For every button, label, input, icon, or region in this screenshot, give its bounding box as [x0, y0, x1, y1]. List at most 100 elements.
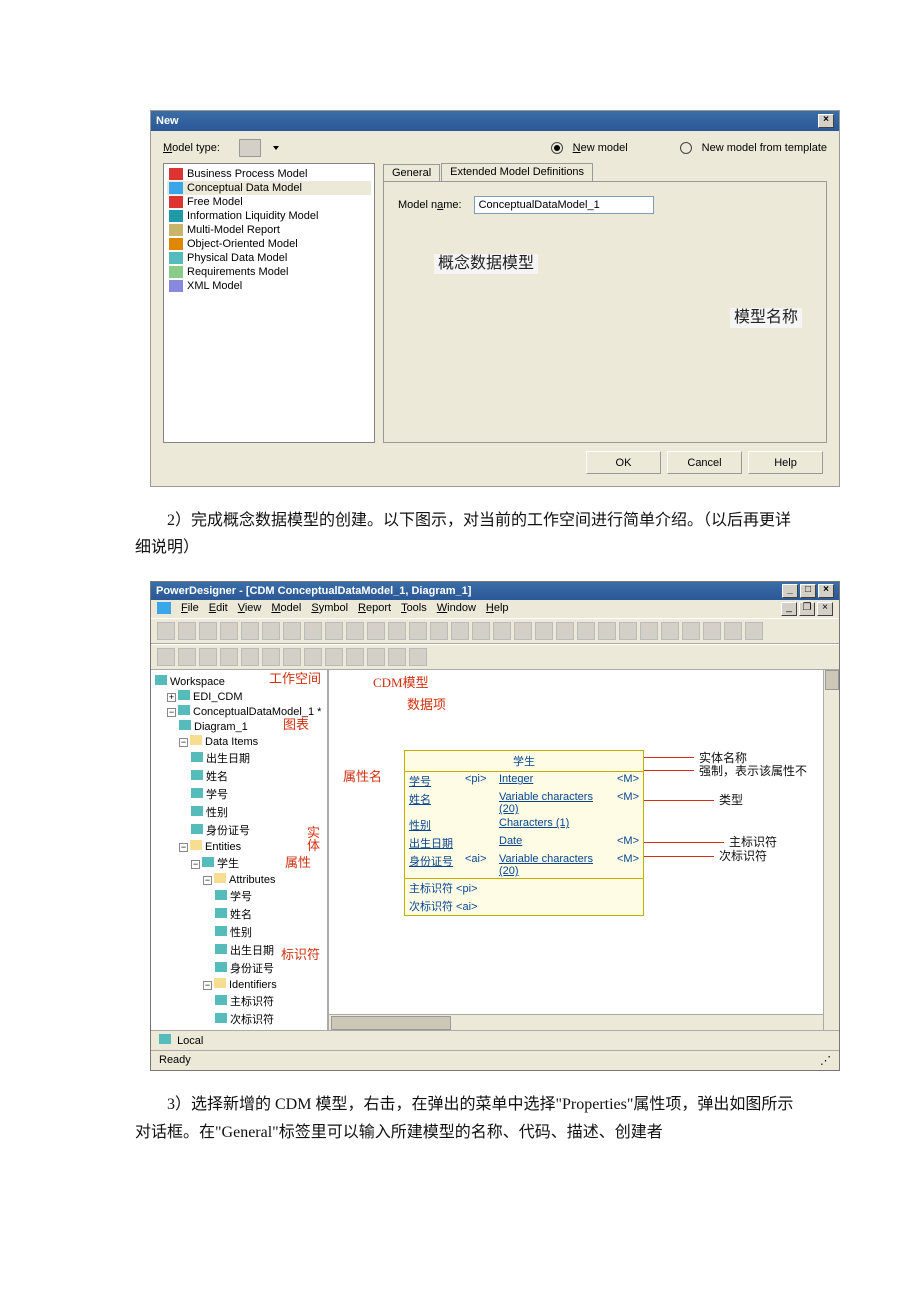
menu-model[interactable]: Model — [271, 602, 301, 616]
toolbar-button[interactable] — [241, 622, 259, 640]
toolbar-button[interactable] — [262, 648, 280, 666]
help-button[interactable]: Help — [748, 451, 823, 474]
entity-symbol[interactable]: 学生 学号<pi>Integer<M> 姓名Variable character… — [404, 750, 644, 916]
collapse-icon[interactable]: − — [203, 981, 212, 990]
minimize-icon[interactable]: _ — [782, 584, 798, 598]
menu-window[interactable]: Window — [437, 602, 476, 616]
tree-item[interactable]: 学号 — [230, 891, 252, 903]
collapse-icon[interactable]: − — [191, 860, 200, 869]
toolbar-button[interactable] — [325, 622, 343, 640]
toolbar-button[interactable] — [598, 622, 616, 640]
horizontal-scrollbar[interactable] — [329, 1014, 823, 1030]
mdi-restore-icon[interactable]: ❐ — [799, 602, 815, 616]
list-item[interactable]: XML Model — [167, 279, 371, 293]
collapse-icon[interactable]: − — [179, 843, 188, 852]
toolbar-button[interactable] — [157, 622, 175, 640]
view-mode-button[interactable] — [239, 139, 261, 157]
tree-workspace[interactable]: Workspace — [170, 676, 225, 688]
tree-item[interactable]: 姓名 — [206, 771, 228, 783]
browser-tree[interactable]: Workspace +EDI_CDM −ConceptualDataModel_… — [151, 670, 329, 1030]
toolbar-button[interactable] — [304, 648, 322, 666]
cancel-button[interactable]: Cancel — [667, 451, 742, 474]
toolbar-button[interactable] — [220, 648, 238, 666]
toolbar-button[interactable] — [745, 622, 763, 640]
list-item[interactable]: Conceptual Data Model — [167, 181, 371, 195]
tree-item[interactable]: 学生 — [217, 858, 239, 870]
collapse-icon[interactable]: − — [179, 738, 188, 747]
toolbar-button[interactable] — [451, 622, 469, 640]
tree-item[interactable]: Data Items — [205, 736, 258, 748]
menu-report[interactable]: Report — [358, 602, 391, 616]
vertical-scrollbar[interactable] — [823, 670, 839, 1030]
tree-item[interactable]: 姓名 — [230, 909, 252, 921]
toolbar-button[interactable] — [430, 622, 448, 640]
ok-button[interactable]: OK — [586, 451, 661, 474]
toolbar-button[interactable] — [241, 648, 259, 666]
menu-help[interactable]: Help — [486, 602, 509, 616]
tree-item[interactable]: EDI_CDM — [193, 691, 243, 703]
scrollbar-thumb[interactable] — [825, 670, 839, 690]
toolbar-button[interactable] — [409, 648, 427, 666]
toolbar-button[interactable] — [199, 648, 217, 666]
toolbar-button[interactable] — [367, 648, 385, 666]
radio-from-template[interactable] — [680, 142, 692, 154]
tree-item[interactable]: 出生日期 — [230, 945, 274, 957]
list-item[interactable]: Free Model — [167, 195, 371, 209]
toolbar-button[interactable] — [283, 648, 301, 666]
close-icon[interactable]: × — [818, 114, 834, 128]
tree-item[interactable]: Identifiers — [229, 979, 277, 991]
toolbar-button[interactable] — [619, 622, 637, 640]
toolbar-button[interactable] — [367, 622, 385, 640]
toolbar-button[interactable] — [346, 648, 364, 666]
toolbar-button[interactable] — [220, 622, 238, 640]
toolbar-button[interactable] — [703, 622, 721, 640]
toolbar-button[interactable] — [178, 648, 196, 666]
list-item[interactable]: Business Process Model — [167, 167, 371, 181]
toolbar-button[interactable] — [283, 622, 301, 640]
radio-new-model[interactable] — [551, 142, 563, 154]
model-name-input[interactable] — [474, 196, 654, 214]
tree-item[interactable]: 出生日期 — [206, 753, 250, 765]
tab-extended[interactable]: Extended Model Definitions — [441, 163, 593, 181]
toolbar-button[interactable] — [325, 648, 343, 666]
model-type-list[interactable]: Business Process Model Conceptual Data M… — [163, 163, 375, 443]
toolbar-button[interactable] — [724, 622, 742, 640]
maximize-icon[interactable]: □ — [800, 584, 816, 598]
tree-item[interactable]: 学号 — [206, 789, 228, 801]
list-item[interactable]: Requirements Model — [167, 265, 371, 279]
toolbar-button[interactable] — [661, 622, 679, 640]
menu-view[interactable]: View — [238, 602, 262, 616]
toolbar-button[interactable] — [640, 622, 658, 640]
tree-item[interactable]: Diagram_1 — [194, 721, 248, 733]
toolbar-button[interactable] — [682, 622, 700, 640]
toolbar-button[interactable] — [472, 622, 490, 640]
toolbar-button[interactable] — [556, 622, 574, 640]
menu-symbol[interactable]: Symbol — [311, 602, 348, 616]
collapse-icon[interactable]: − — [167, 708, 176, 717]
tree-item[interactable]: Entities — [205, 841, 241, 853]
toolbar-button[interactable] — [157, 648, 175, 666]
menu-edit[interactable]: Edit — [209, 602, 228, 616]
tree-item[interactable]: 性别 — [206, 807, 228, 819]
tree-item[interactable]: 次标识符 — [230, 1014, 274, 1026]
mdi-close-icon[interactable]: × — [817, 602, 833, 616]
collapse-icon[interactable]: − — [203, 876, 212, 885]
toolbar-button[interactable] — [262, 622, 280, 640]
list-item[interactable]: Multi-Model Report — [167, 223, 371, 237]
toolbar-button[interactable] — [346, 622, 364, 640]
toolbar-button[interactable] — [493, 622, 511, 640]
tree-item[interactable]: 主标识符 — [230, 996, 274, 1008]
list-item[interactable]: Information Liquidity Model — [167, 209, 371, 223]
menu-file[interactable]: File — [181, 602, 199, 616]
list-item[interactable]: Physical Data Model — [167, 251, 371, 265]
toolbar-button[interactable] — [199, 622, 217, 640]
tree-item[interactable]: 身份证号 — [206, 825, 250, 837]
tree-item[interactable]: 身份证号 — [230, 963, 274, 975]
scrollbar-thumb[interactable] — [331, 1016, 451, 1030]
resize-grip-icon[interactable]: ⋰ — [820, 1054, 831, 1067]
toolbar-button[interactable] — [577, 622, 595, 640]
menu-tools[interactable]: Tools — [401, 602, 427, 616]
toolbar-button[interactable] — [409, 622, 427, 640]
tree-item[interactable]: Attributes — [229, 874, 275, 886]
tree-item[interactable]: 性别 — [230, 927, 252, 939]
